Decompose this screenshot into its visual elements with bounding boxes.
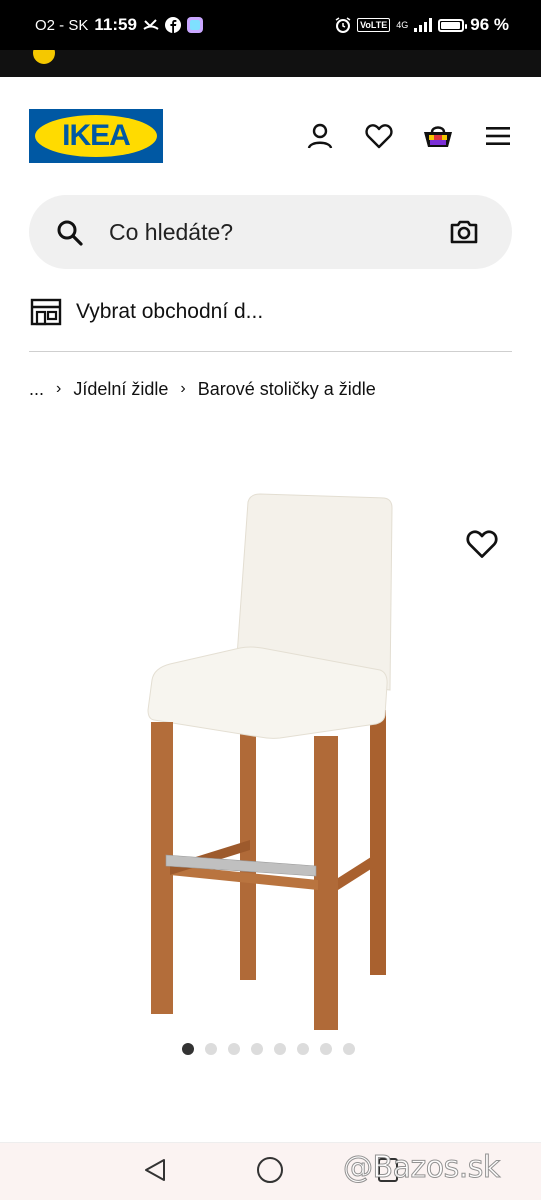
search-bar[interactable] [29,195,512,269]
camera-search-icon[interactable] [449,217,479,247]
favourite-heart-icon[interactable] [466,529,498,559]
breadcrumb: ... › Jídelní židle › Barové stoličky a … [29,376,376,402]
carousel-dot[interactable] [343,1043,355,1055]
status-left: O2 - SK 11:59 [35,15,203,35]
carousel-dots[interactable] [182,1043,355,1055]
cart-icon [424,126,452,147]
clock: 11:59 [94,15,137,34]
breadcrumb-ellipsis[interactable]: ... [29,379,44,400]
product-gallery[interactable] [0,470,541,1030]
menu-button[interactable] [483,121,513,151]
battery-percent: 96 % [470,15,509,34]
store-selector[interactable]: Vybrat obchodní d... [30,295,430,329]
heart-icon [365,124,393,149]
logo-text: IKEA [62,119,131,152]
notification-strip [0,50,541,77]
volte-badge: VoLTE [357,18,391,32]
store-selector-label: Vybrat obchodní d... [76,300,264,323]
account-icon [307,123,333,149]
carousel-dot[interactable] [297,1043,309,1055]
search-icon[interactable] [56,219,84,247]
cart-button[interactable] [422,121,454,151]
carousel-dot[interactable] [182,1043,194,1055]
ikea-logo[interactable]: IKEA [29,109,163,163]
site-header: IKEA [0,77,541,195]
breadcrumb-item-dining-chairs[interactable]: Jídelní židle [73,379,168,400]
search-input[interactable] [109,215,429,249]
alarm-icon [335,17,351,33]
notification-indicator-icon [33,50,55,64]
back-icon[interactable] [142,1157,168,1183]
carrier-label: O2 - SK [35,16,89,34]
breadcrumb-item-bar-stools[interactable]: Barové stoličky a židle [198,379,376,400]
status-right: VoLTE 4G 96 % [335,15,509,35]
status-bar: O2 - SK 11:59 VoLTE 4G 96 % [0,0,541,50]
chevron-right-icon: › [180,380,186,397]
store-icon [30,298,62,326]
missed-call-icon [143,18,159,32]
product-image [147,493,393,1030]
battery-icon [438,18,468,32]
favourites-button[interactable] [364,121,394,151]
carousel-dot[interactable] [274,1043,286,1055]
home-icon[interactable] [257,1157,283,1183]
signal-icon [414,18,433,32]
watermark: @Bazos.sk [343,1150,501,1186]
carousel-dot[interactable] [205,1043,217,1055]
carousel-dot[interactable] [251,1043,263,1055]
battery-fill [441,21,461,29]
facebook-icon [164,17,181,33]
network-type: 4G [396,19,409,30]
app-notification-icon [186,17,203,33]
logo-oval: IKEA [35,115,157,157]
menu-icon [486,127,510,145]
carousel-dot[interactable] [320,1043,332,1055]
carousel-dot[interactable] [228,1043,240,1055]
divider [29,351,512,352]
account-button[interactable] [305,121,335,151]
chevron-right-icon: › [56,380,62,397]
